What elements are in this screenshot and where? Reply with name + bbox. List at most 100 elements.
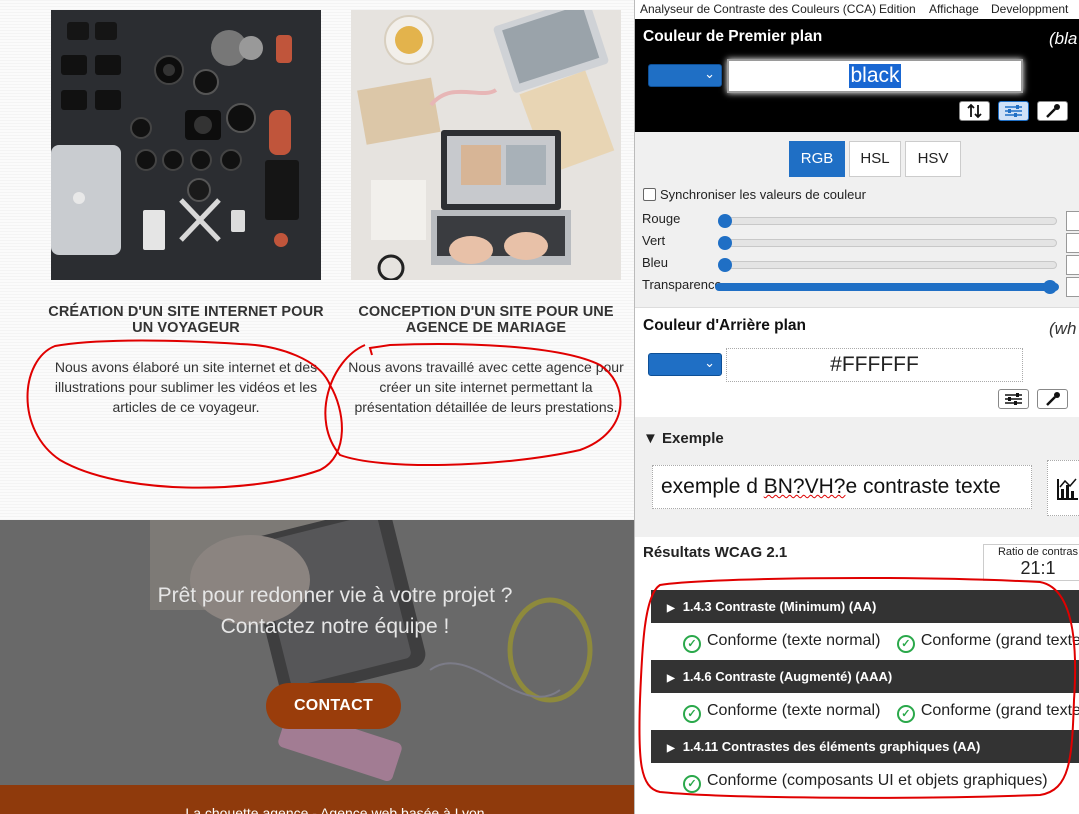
check-circle-icon: ✓ — [683, 705, 701, 723]
contact-banner — [0, 520, 636, 785]
camera-gear-illustration — [51, 10, 321, 280]
card-title-wedding: CONCEPTION D'UN SITE POUR UNE AGENCE DE … — [358, 304, 614, 336]
caret-right-icon: ▶ — [667, 743, 675, 754]
contrast-ratio-box: Ratio de contras 21:1 — [983, 544, 1079, 581]
check-circle-icon: ✓ — [683, 775, 701, 793]
blue-value-field[interactable] — [1066, 255, 1079, 275]
foreground-title: Couleur de Premier plan — [643, 28, 823, 45]
foreground-section: Couleur de Premier plan (bla ⌄ black — [635, 19, 1079, 132]
background-eyedropper-button[interactable] — [1037, 389, 1068, 409]
swap-colors-button[interactable] — [959, 101, 990, 121]
contact-button[interactable]: CONTACT — [266, 683, 401, 729]
check-circle-icon: ✓ — [896, 705, 915, 723]
result-row-1-4-11: ✓ Conforme (composants UI et objets graph… — [683, 772, 1048, 793]
criterion-1-4-11[interactable]: ▶ 1.4.11 Contrastes des éléments graphiqu… — [651, 730, 1079, 763]
pass-normal-text: Conforme (texte normal) — [707, 702, 881, 719]
menu-developpment[interactable]: Developpment — [991, 2, 1068, 16]
chart-icon — [1057, 478, 1078, 500]
pass-large-text: Conforme (grand texte — [920, 632, 1079, 649]
slider-red[interactable] — [718, 214, 1057, 228]
cta-line-1: Prêt pour redonner vie à votre projet ? — [157, 584, 513, 607]
example-graphic-preview — [1047, 460, 1079, 516]
background-title: Couleur d'Arrière plan — [643, 317, 807, 334]
sync-checkbox[interactable] — [643, 188, 656, 201]
check-circle-icon: ✓ — [896, 635, 915, 653]
example-text-misspelled: BN?VH? — [763, 475, 846, 498]
example-text-part-2: e contraste texte — [845, 475, 1001, 498]
menu-app-title[interactable]: Analyseur de Contraste des Couleurs (CCA… — [640, 2, 876, 16]
foreground-input-value: black — [849, 64, 901, 88]
cta-message: Prêt pour redonner vie à votre projet ? … — [0, 580, 636, 642]
sliders-icon — [1005, 393, 1022, 405]
pass-large-text: Conforme (grand texte — [920, 702, 1079, 719]
chevron-down-icon: ⌄ — [704, 66, 715, 81]
background-color-name: (wh — [1049, 319, 1077, 338]
result-row-1-4-6: ✓ Conforme (texte normal) ✓ Conforme (gran… — [683, 702, 1079, 723]
example-text-preview: exemple d BN?VH?e contraste texte — [652, 465, 1032, 509]
slider-label-transparency: Transparence — [642, 277, 722, 292]
tab-hsl[interactable]: HSL — [849, 141, 901, 177]
criterion-title: 1.4.3 Contraste (Minimum) (AA) — [682, 599, 877, 614]
slider-label-green: Vert — [642, 233, 666, 248]
footer-text: La chouette agence - Agence web basée à … — [185, 805, 485, 814]
foreground-format-select[interactable]: ⌄ — [648, 64, 722, 87]
criterion-1-4-3[interactable]: ▶ 1.4.3 Contraste (Minimum) (AA) — [651, 590, 1079, 623]
check-circle-icon: ✓ — [683, 635, 701, 653]
caret-right-icon: ▶ — [667, 603, 675, 614]
pass-normal-text: Conforme (texte normal) — [707, 632, 881, 649]
caret-right-icon: ▶ — [667, 673, 675, 684]
transparency-value-field[interactable] — [1066, 277, 1079, 297]
slider-label-blue: Bleu — [642, 255, 669, 270]
criterion-title: 1.4.11 Contrastes des éléments graphique… — [682, 739, 981, 754]
menu-affichage[interactable]: Affichage — [929, 2, 979, 16]
ratio-label: Ratio de contras — [997, 546, 1079, 558]
foreground-color-input[interactable]: black — [727, 59, 1023, 93]
criterion-title: 1.4.6 Contraste (Augmenté) (AAA) — [682, 669, 893, 684]
red-value-field[interactable] — [1066, 211, 1079, 231]
foreground-color-name: (bla — [1049, 29, 1078, 48]
website-page: CRÉATION D'UN SITE INTERNET POUR UN VOYA… — [0, 0, 636, 814]
example-text-part-1: exemple d — [661, 475, 764, 498]
background-format-select[interactable]: ⌄ — [648, 353, 722, 376]
slider-label-red: Rouge — [642, 211, 681, 226]
background-color-input[interactable]: #FFFFFF — [726, 348, 1023, 382]
slider-thumb[interactable] — [718, 236, 732, 250]
banner-background-illustration — [0, 520, 636, 785]
tab-rgb[interactable]: RGB — [789, 141, 845, 177]
tab-hsv[interactable]: HSV — [905, 141, 961, 177]
caret-down-icon: ▼ — [643, 430, 658, 447]
result-row-1-4-3: ✓ Conforme (texte normal) ✓ Conforme (gran… — [683, 632, 1079, 653]
foreground-sliders-button[interactable] — [998, 101, 1029, 121]
slider-thumb[interactable] — [718, 258, 732, 272]
project-image-camera-gear — [51, 10, 321, 280]
card-text-wedding: Nous avons travaillé avec cette agence p… — [348, 359, 624, 415]
card-title-travel: CRÉATION D'UN SITE INTERNET POUR UN VOYA… — [48, 304, 324, 336]
contrast-analyser-window: Analyseur de Contraste des Couleurs (CCA… — [634, 0, 1079, 814]
pass-ui-text: Conforme (composants UI et objets graphi… — [707, 772, 1048, 789]
menu-edition[interactable]: Edition — [879, 2, 916, 16]
green-value-field[interactable] — [1066, 233, 1079, 253]
card-text-travel: Nous avons élaboré un site internet et d… — [54, 359, 318, 415]
example-toggle[interactable]: ▼ Exemple — [643, 430, 724, 447]
swap-arrows-icon — [967, 103, 982, 119]
project-image-desk-laptop — [351, 10, 621, 280]
slider-thumb[interactable] — [1043, 280, 1057, 294]
eyedropper-icon — [1046, 104, 1060, 118]
example-title: Exemple — [662, 430, 724, 447]
foreground-eyedropper-button[interactable] — [1037, 101, 1068, 121]
background-sliders-button[interactable] — [998, 389, 1029, 409]
results-title: Résultats WCAG 2.1 — [643, 544, 788, 561]
slider-green[interactable] — [718, 236, 1057, 250]
sync-label: Synchroniser les valeurs de couleur — [660, 187, 866, 202]
slider-blue[interactable] — [718, 258, 1057, 272]
cta-line-2: Contactez notre équipe ! — [220, 615, 450, 638]
slider-thumb[interactable] — [718, 214, 732, 228]
chevron-down-icon: ⌄ — [704, 355, 715, 370]
ratio-value: 21:1 — [1020, 558, 1056, 578]
criterion-1-4-6[interactable]: ▶ 1.4.6 Contraste (Augmenté) (AAA) — [651, 660, 1079, 693]
desk-laptop-illustration — [351, 10, 621, 280]
sync-values-option[interactable]: Synchroniser les valeurs de couleur — [643, 187, 866, 202]
eyedropper-icon — [1046, 392, 1060, 406]
menubar: Analyseur de Contraste des Couleurs (CCA… — [635, 0, 1079, 19]
slider-transparency[interactable] — [715, 280, 1059, 294]
